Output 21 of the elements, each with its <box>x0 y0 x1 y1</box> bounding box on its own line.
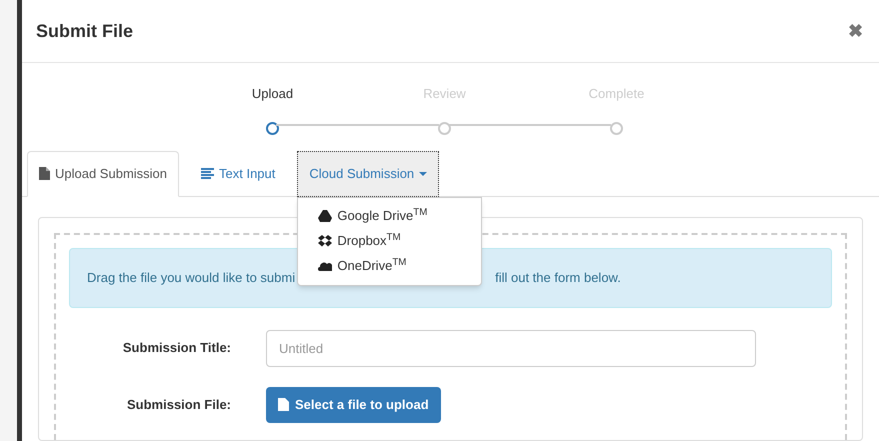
document-icon <box>39 167 50 180</box>
caret-icon <box>419 172 428 176</box>
title-input[interactable]: Untitled <box>266 330 756 366</box>
step-label: Upload <box>252 85 294 103</box>
tab[interactable]: Cloud Submission <box>297 150 440 196</box>
alert-text: Drag the file you would like to submi <box>87 268 296 287</box>
box-icon <box>318 235 332 247</box>
alert-text: fill out the form below. <box>495 268 621 287</box>
menu-item[interactable]: OneDrive$^{TM}$ <box>298 254 482 278</box>
lines-icon <box>201 168 214 179</box>
menu-item[interactable]: Google Drive$^{TM}$ <box>298 204 482 228</box>
tab[interactable]: Upload Submission <box>27 150 180 196</box>
select-file-button[interactable]: Select a file to upload <box>266 386 441 422</box>
field-label: Submission File: <box>126 396 231 414</box>
dialog-title: Submit File <box>36 20 134 42</box>
close-button[interactable]: ✖ <box>848 18 863 44</box>
field-label: Submission Title: <box>122 339 231 358</box>
cloud-icon <box>318 261 332 271</box>
document-icon <box>278 398 289 411</box>
tab[interactable]: Text Input <box>189 150 288 196</box>
menu-item[interactable]: Dropbox$^{TM}$ <box>298 228 482 254</box>
